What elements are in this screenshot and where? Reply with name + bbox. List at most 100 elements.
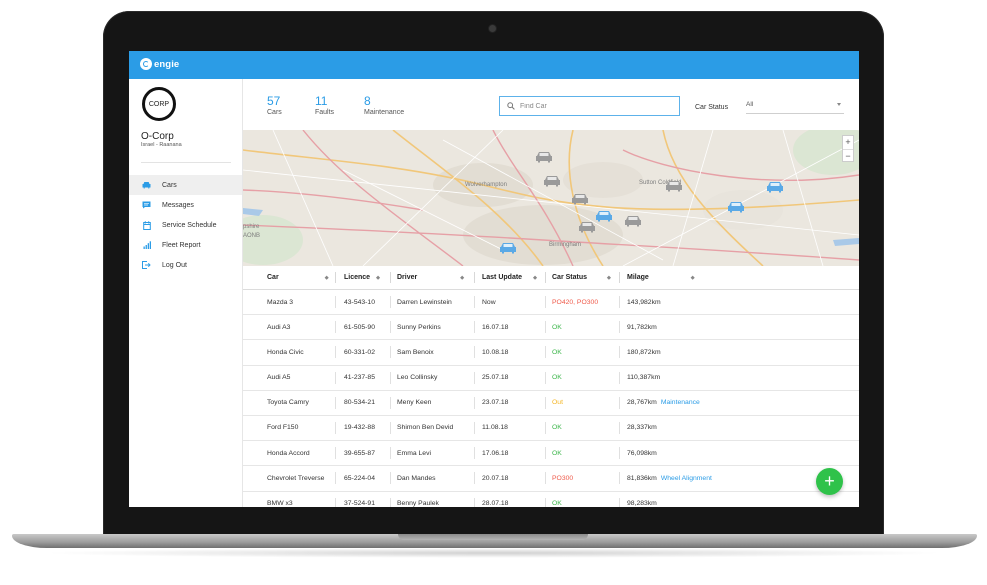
cell-divider [545,346,546,359]
licence-value: 61-505-90 [344,323,375,331]
column-header-driver[interactable]: Driver ◆ [397,266,464,289]
table-row[interactable]: Mazda 3 43-543-10 Darren Lewinstein Now PO42… [243,290,859,316]
webcam [489,25,496,32]
maintenance-note-link[interactable]: Maintenance [661,399,700,406]
cell-driver: Shimon Ben Devid [397,416,453,440]
cars-table: Car ◆ Licence ◆ Driver ◆ Last Update ◆ Car S… [243,266,859,507]
sidebar: CORP O-Corp Israel - Raanana Cars Messag… [129,79,243,507]
map-zoom-control: + − [842,135,854,162]
stat-faults: 11 Faults [315,94,334,116]
car-marker-icon[interactable] [499,241,517,254]
cell-divider [545,497,546,507]
update-value: 28.07.18 [482,500,509,507]
add-car-button[interactable]: + [816,468,843,495]
status-value: OK [552,323,562,331]
table-row[interactable]: BMW x3 37-524-91 Benny Paulek 28.07.18 OK 98,… [243,492,859,507]
cell-divider [335,371,336,384]
logout-icon [142,261,151,270]
cell-divider [545,421,546,434]
sidebar-item-cars[interactable]: Cars [129,175,242,195]
search-box[interactable] [499,96,680,116]
sort-icon: ◆ [376,274,380,281]
car-marker-icon[interactable] [665,179,683,192]
cell-milage: 180,872km [627,340,661,364]
driver-value: Sam Benoix [397,348,434,356]
cell-car: BMW x3 [267,492,293,507]
company-name: O-Corp [141,131,174,142]
car-marker-icon[interactable] [578,220,596,233]
update-value: 10.08.18 [482,348,509,356]
cell-update: 10.08.18 [482,340,508,364]
table-body: Mazda 3 43-543-10 Darren Lewinstein Now PO42… [243,290,859,507]
column-header-last-update[interactable]: Last Update ◆ [482,266,537,289]
table-row[interactable]: Ford F150 19-432-88 Shimon Ben Devid 11.08.… [243,416,859,442]
fleet-map[interactable]: Wolverhampton Birmingham Sutton Coldfiel… [243,130,859,266]
zoom-out-button[interactable]: − [843,150,853,163]
table-row[interactable]: Audi A3 61-505-90 Sunny Perkins 16.07.18 OK 9… [243,315,859,341]
cell-divider [390,396,391,409]
sidebar-item-service-schedule[interactable]: Service Schedule [129,215,242,235]
car-marker-icon[interactable] [571,192,589,205]
car-value: BMW x3 [267,500,293,507]
cell-status: PO420, PO300 [552,290,598,314]
table-row[interactable]: Chevrolet Treverse 65-224-04 Dan Mandes 20.… [243,466,859,492]
search-input[interactable] [520,102,670,110]
zoom-in-button[interactable]: + [843,136,853,150]
stat-value: 8 [364,94,371,108]
bar-chart-icon [142,241,151,250]
cell-update: 25.07.18 [482,366,508,390]
table-row[interactable]: Toyota Camry 80-534-21 Meny Keen 23.07.18 Ou… [243,391,859,416]
cell-divider [619,396,620,409]
cell-divider [619,321,620,334]
cell-update: 11.08.18 [482,416,508,440]
licence-value: 39-655-87 [344,449,375,457]
sidebar-item-fleet-report[interactable]: Fleet Report [129,235,242,255]
laptop-notch [398,534,588,540]
table-row[interactable]: Honda Accord 39-655-87 Emma Levi 17.06.18 OK… [243,441,859,467]
map-label-wolverhampton: Wolverhampton [465,182,507,188]
sidebar-item-log-out[interactable]: Log Out [129,255,242,275]
milage-value: 98,283km [627,500,657,507]
cell-status: Out [552,391,563,415]
table-row[interactable]: Honda Civic 60-331-02 Sam Benoix 10.08.18 OK… [243,340,859,366]
cell-licence: 19-432-88 [344,416,375,440]
cell-divider [545,472,546,485]
cell-driver: Emma Levi [397,441,431,465]
column-header-licence[interactable]: Licence ◆ [344,266,380,289]
driver-value: Sunny Perkins [397,323,441,331]
maintenance-note-link[interactable]: Wheel Alignment [661,475,712,482]
column-header-car-status[interactable]: Car Status ◆ [552,266,611,289]
stat-value: 57 [267,94,281,108]
car-value: Honda Accord [267,449,310,457]
column-header-milage[interactable]: Milage ◆ [627,266,695,289]
brand-logo[interactable]: engie [140,58,179,70]
milage-value: 91,782km [627,323,657,331]
sidebar-item-label: Service Schedule [162,221,217,229]
cell-divider [619,296,620,308]
cell-milage: 76,098km [627,441,657,465]
car-marker-icon[interactable] [727,200,745,213]
driver-value: Leo Collinsky [397,374,438,382]
cell-update: 16.07.18 [482,315,508,339]
cell-milage: 110,387km [627,366,660,390]
cell-driver: Benny Paulek [397,492,439,507]
car-marker-icon[interactable] [766,180,784,193]
table-row[interactable]: Audi A5 41-237-85 Leo Collinsky 25.07.18 OK 1… [243,366,859,391]
car-marker-icon[interactable] [543,174,561,187]
cell-divider [474,472,475,485]
sidebar-item-messages[interactable]: Messages [129,195,242,215]
car-status-select[interactable]: All [746,101,844,114]
cell-divider [619,371,620,384]
sidebar-item-label: Log Out [162,261,187,269]
car-marker-icon[interactable] [595,209,613,222]
map-label-birmingham: Birmingham [549,242,582,248]
car-marker-icon[interactable] [535,150,553,163]
sidebar-item-label: Messages [162,201,194,209]
column-header-car[interactable]: Car ◆ [267,266,329,289]
cell-divider [335,421,336,434]
sidebar-item-label: Cars [162,181,177,189]
milage-value: 143,982km [627,298,661,306]
car-marker-icon[interactable] [624,214,642,227]
status-value: Out [552,399,563,407]
company-logo-text: CORP [148,100,170,108]
